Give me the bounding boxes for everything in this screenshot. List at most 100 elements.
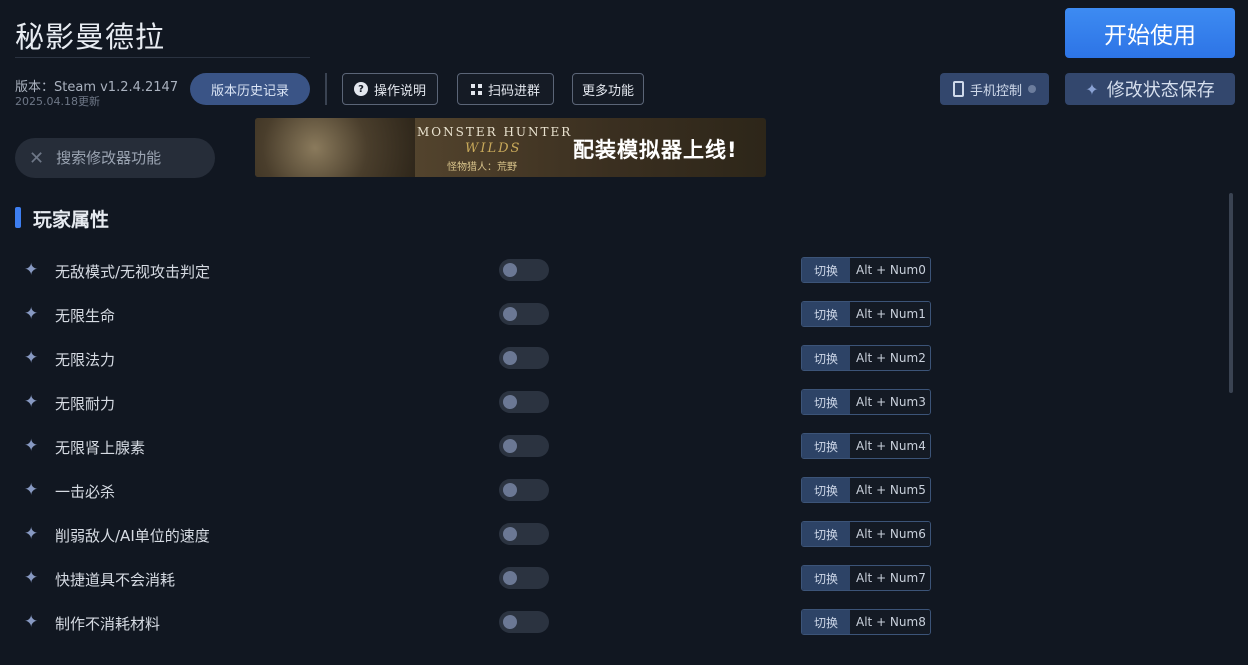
question-icon: ? (353, 82, 368, 96)
version-history-button[interactable]: 版本历史记录 (190, 73, 310, 105)
feature-label: 快捷道具不会消耗 (55, 571, 176, 589)
more-features-label: 更多功能 (581, 83, 634, 99)
sparkle-icon: ✦ (24, 524, 39, 544)
scrollbar[interactable] (1229, 193, 1233, 393)
feature-toggle[interactable] (499, 303, 549, 325)
feature-label: 无限耐力 (55, 395, 116, 413)
hotkey-action: 切换 (802, 346, 850, 370)
phone-control-label: 手机控制 (969, 83, 1022, 99)
sparkle-icon: ✦ (24, 568, 39, 588)
save-state-button[interactable]: ✦ 修改状态保存 (1065, 73, 1235, 105)
feature-row: ✦ 一击必杀 切换 Alt + Num5 (0, 470, 1220, 514)
feature-label: 无限法力 (55, 351, 116, 369)
hotkey-key: Alt + Num7 (850, 566, 930, 590)
guide-button-label: 操作说明 (373, 83, 426, 99)
toolbar-divider (325, 73, 327, 105)
hotkey-action: 切换 (802, 390, 850, 414)
feature-row: ✦ 无限法力 切换 Alt + Num2 (0, 338, 1220, 382)
toggle-knob (503, 263, 517, 277)
hotkey-action: 切换 (802, 302, 850, 326)
banner-artwork (255, 118, 415, 177)
hotkey-key: Alt + Num2 (850, 346, 930, 370)
sparkle-icon: ✦ (1085, 79, 1099, 99)
feature-toggle[interactable] (499, 611, 549, 633)
title-divider (15, 57, 310, 58)
sparkle-icon: ✦ (24, 612, 39, 632)
more-features-button[interactable]: 更多功能 (572, 73, 644, 105)
hotkey-binding[interactable]: 切换 Alt + Num2 (801, 345, 931, 371)
banner-logo-line3: 怪物猎人：荒野 (447, 162, 517, 173)
feature-row: ✦ 无限生命 切换 Alt + Num1 (0, 294, 1220, 338)
search-box[interactable]: ✕ (15, 138, 215, 178)
toggle-knob (503, 307, 517, 321)
hotkey-binding[interactable]: 切换 Alt + Num1 (801, 301, 931, 327)
toggle-knob (503, 571, 517, 585)
scan-join-label: 扫码进群 (487, 83, 540, 99)
hotkey-action: 切换 (802, 610, 850, 634)
sparkle-icon: ✦ (24, 480, 39, 500)
section-accent-bar (15, 207, 21, 228)
feature-toggle[interactable] (499, 435, 549, 457)
feature-row: ✦ 制作不消耗材料 切换 Alt + Num8 (0, 602, 1220, 646)
feature-label: 无限生命 (55, 307, 116, 325)
hotkey-binding[interactable]: 切换 Alt + Num5 (801, 477, 931, 503)
feature-row: ✦ 无敌模式/无视攻击判定 切换 Alt + Num0 (0, 250, 1220, 294)
hotkey-key: Alt + Num4 (850, 434, 930, 458)
feature-row: ✦ 无限肾上腺素 切换 Alt + Num4 (0, 426, 1220, 470)
hotkey-binding[interactable]: 切换 Alt + Num8 (801, 609, 931, 635)
hotkey-binding[interactable]: 切换 Alt + Num3 (801, 389, 931, 415)
feature-toggle[interactable] (499, 567, 549, 589)
guide-button[interactable]: ? 操作说明 (342, 73, 438, 105)
feature-toggle[interactable] (499, 479, 549, 501)
hotkey-key: Alt + Num1 (850, 302, 930, 326)
phone-control-button[interactable]: 手机控制 (940, 73, 1049, 105)
feature-toggle[interactable] (499, 259, 549, 281)
hotkey-action: 切换 (802, 566, 850, 590)
hotkey-binding[interactable]: 切换 Alt + Num6 (801, 521, 931, 547)
scan-join-button[interactable]: 扫码进群 (457, 73, 554, 105)
phone-icon (952, 81, 964, 97)
hotkey-binding[interactable]: 切换 Alt + Num4 (801, 433, 931, 459)
hotkey-action: 切换 (802, 434, 850, 458)
search-input[interactable] (56, 149, 197, 167)
banner-logo-line1: MONSTER HUNTER (417, 125, 573, 139)
tools-icon: ✕ (29, 147, 45, 169)
feature-label: 削弱敌人/AI单位的速度 (55, 527, 210, 545)
toggle-knob (503, 351, 517, 365)
sparkle-icon: ✦ (24, 348, 39, 368)
toggle-knob (503, 527, 517, 541)
feature-toggle[interactable] (499, 391, 549, 413)
feature-row: ✦ 无限耐力 切换 Alt + Num3 (0, 382, 1220, 426)
hotkey-key: Alt + Num8 (850, 610, 930, 634)
feature-label: 无限肾上腺素 (55, 439, 146, 457)
info-dot-icon (1028, 85, 1036, 93)
feature-toggle[interactable] (499, 347, 549, 369)
hotkey-binding[interactable]: 切换 Alt + Num0 (801, 257, 931, 283)
hotkey-action: 切换 (802, 478, 850, 502)
toggle-knob (503, 483, 517, 497)
sparkle-icon: ✦ (24, 436, 39, 456)
qr-icon (470, 83, 482, 95)
save-state-label: 修改状态保存 (1106, 80, 1215, 101)
hotkey-key: Alt + Num6 (850, 522, 930, 546)
sparkle-icon: ✦ (24, 392, 39, 412)
toggle-knob (503, 439, 517, 453)
feature-label: 无敌模式/无视攻击判定 (55, 263, 211, 281)
toggle-knob (503, 615, 517, 629)
sparkle-icon: ✦ (24, 304, 39, 324)
feature-row: ✦ 削弱敌人/AI单位的速度 切换 Alt + Num6 (0, 514, 1220, 558)
promo-banner[interactable]: MONSTER HUNTER WILDS 怪物猎人：荒野 配装模拟器上线! (255, 118, 766, 177)
banner-slogan: 配装模拟器上线! (573, 138, 738, 162)
sparkle-icon: ✦ (24, 260, 39, 280)
feature-label: 制作不消耗材料 (55, 615, 161, 633)
hotkey-key: Alt + Num0 (850, 258, 930, 282)
banner-logo-line2: WILDS (465, 141, 522, 156)
hotkey-binding[interactable]: 切换 Alt + Num7 (801, 565, 931, 591)
section-title: 玩家属性 (33, 209, 110, 231)
version-date: 2025.04.18更新 (15, 95, 100, 108)
toggle-knob (503, 395, 517, 409)
start-button[interactable]: 开始使用 (1065, 8, 1235, 58)
app-title: 秘影曼德拉 (15, 20, 166, 54)
feature-toggle[interactable] (499, 523, 549, 545)
hotkey-action: 切换 (802, 522, 850, 546)
